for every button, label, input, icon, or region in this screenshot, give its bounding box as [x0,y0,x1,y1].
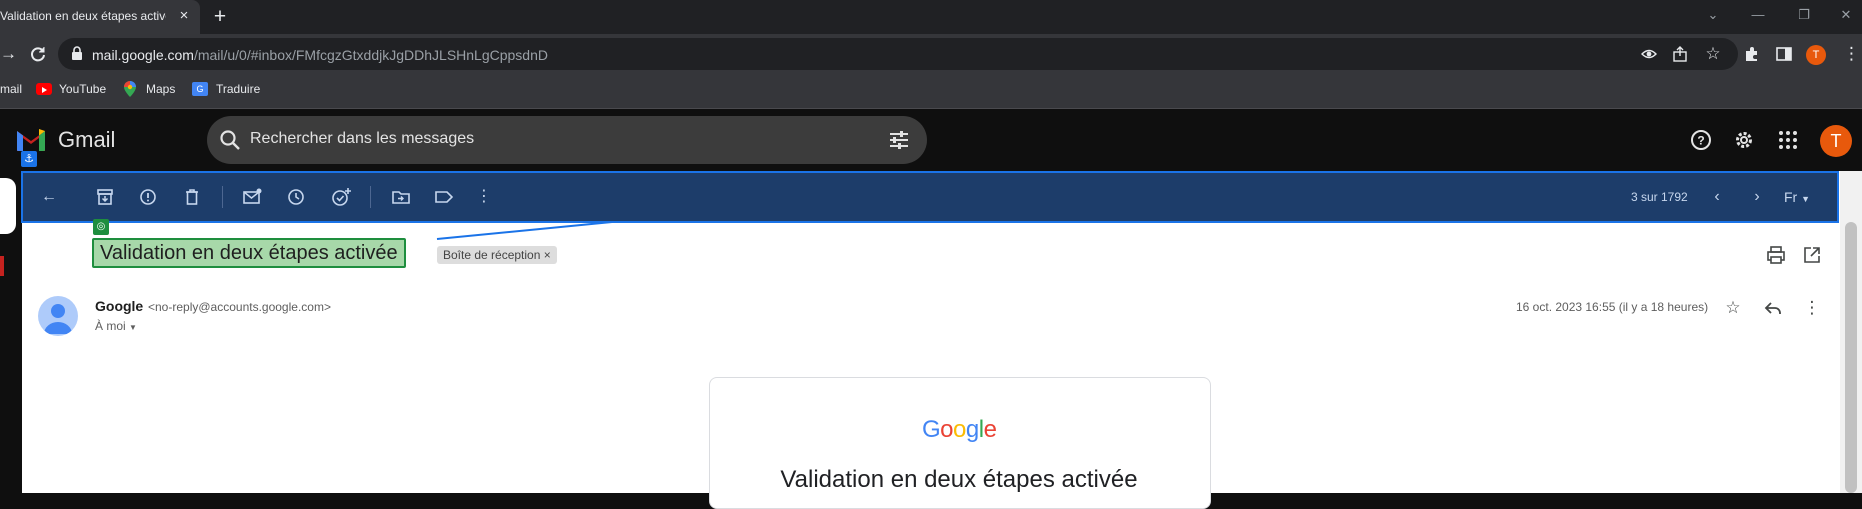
extensions-icon[interactable] [1744,46,1760,62]
tab-close-icon[interactable]: × [174,6,194,26]
report-spam-icon[interactable] [137,186,159,208]
toolbar-divider [370,186,371,208]
chevron-down-icon: ▼ [129,323,137,332]
inbox-label-text: Boîte de réception [443,248,541,262]
side-panel-icon[interactable] [1776,46,1792,62]
open-new-window-icon[interactable] [1801,244,1823,266]
account-avatar[interactable]: T [1820,125,1852,157]
bookmark-youtube[interactable]: YouTube [59,82,106,96]
newer-chevron-icon[interactable]: ‹ [1706,186,1728,208]
bookmark-star-icon[interactable]: ☆ [1702,43,1724,65]
nav-indicator [0,256,4,276]
archive-icon[interactable] [94,186,116,208]
tab-search-icon[interactable]: ⌄ [1693,4,1733,26]
settings-gear-icon[interactable] [1733,129,1755,151]
snooze-icon[interactable] [285,186,307,208]
maps-icon [124,81,136,97]
chrome-menu-icon[interactable]: ⋮ [1843,43,1860,65]
reload-icon[interactable] [27,43,49,65]
page-count: 3 sur 1792 [1631,190,1688,204]
older-chevron-icon[interactable]: › [1746,186,1768,208]
close-window-icon[interactable]: ✕ [1826,4,1862,26]
message-subject: Validation en deux étapes activée [92,238,406,268]
translate-icon: G [192,82,208,96]
youtube-icon [36,83,52,95]
search-options-icon[interactable] [888,129,910,151]
star-icon[interactable]: ☆ [1722,297,1744,319]
bookmarks-bar [0,74,1862,109]
bookmark-gmail[interactable]: mail [0,82,22,96]
sender-name[interactable]: Google [95,298,143,314]
browser-tab-strip [0,0,1862,34]
message-date: 16 oct. 2023 16:55 (il y a 18 heures) [1516,300,1709,314]
print-icon[interactable] [1765,244,1787,266]
gmail-logo-icon[interactable] [15,127,47,151]
share-icon[interactable] [1672,46,1688,62]
delete-icon[interactable] [181,186,203,208]
svg-text:?: ? [1697,134,1704,148]
compose-button-edge[interactable] [0,178,16,234]
url-path: /mail/u/0/#inbox/FMfcgzGtxddjkJgDDhJLSHn… [193,47,548,63]
browser-tab-title: Validation en deux étapes activée [0,9,166,23]
sender-email: <no-reply@accounts.google.com> [148,300,331,314]
url-host: mail.google.com [92,47,194,63]
apps-grid-icon[interactable] [1777,129,1799,151]
recipient-toggle[interactable]: À moi ▼ [95,319,137,333]
label-icon[interactable] [433,186,455,208]
google-logo: Google [922,416,997,443]
target-icon: ◎ [93,219,109,235]
bookmark-traduire[interactable]: Traduire [216,82,260,96]
back-arrow-icon[interactable]: ← [38,186,60,208]
gmail-wordmark[interactable]: Gmail [58,127,115,153]
lock-icon[interactable] [71,46,83,60]
more-icon[interactable]: ⋮ [473,186,495,208]
inbox-label-chip[interactable]: Boîte de réception × [437,246,557,264]
chrome-profile-avatar[interactable]: T [1806,45,1826,65]
search-icon[interactable] [219,129,241,151]
reply-icon[interactable] [1762,297,1784,319]
message-more-icon[interactable]: ⋮ [1801,297,1823,319]
sender-avatar[interactable] [38,296,78,336]
toolbar-divider [222,186,223,208]
eye-icon[interactable] [1641,46,1657,62]
new-tab-icon[interactable]: + [208,5,232,29]
remove-label-icon[interactable]: × [544,248,551,262]
add-task-icon[interactable] [330,186,352,208]
url-text[interactable]: mail.google.com/mail/u/0/#inbox/FMfcgzGt… [92,47,548,63]
search-input[interactable]: Rechercher dans les messages [250,130,474,148]
email-card-title: Validation en deux étapes activée [780,466,1138,493]
restore-icon[interactable]: ❐ [1784,4,1824,26]
recipient-label: À moi [95,319,126,333]
anchor-icon: ⚓ [21,151,37,167]
forward-arrow-icon[interactable]: → [0,43,17,65]
bookmark-maps[interactable]: Maps [146,82,175,96]
input-tools-label: Fr [1784,189,1798,205]
chevron-down-icon: ▼ [1801,194,1811,204]
minimize-icon[interactable]: — [1738,4,1778,26]
help-icon[interactable]: ? [1690,129,1712,151]
scrollbar-thumb[interactable] [1845,222,1857,493]
mark-unread-icon[interactable] [241,186,263,208]
move-to-icon[interactable] [390,186,412,208]
bookmark-gmail-label: mail [0,82,23,96]
input-tools-button[interactable]: Fr ▼ [1784,189,1810,205]
